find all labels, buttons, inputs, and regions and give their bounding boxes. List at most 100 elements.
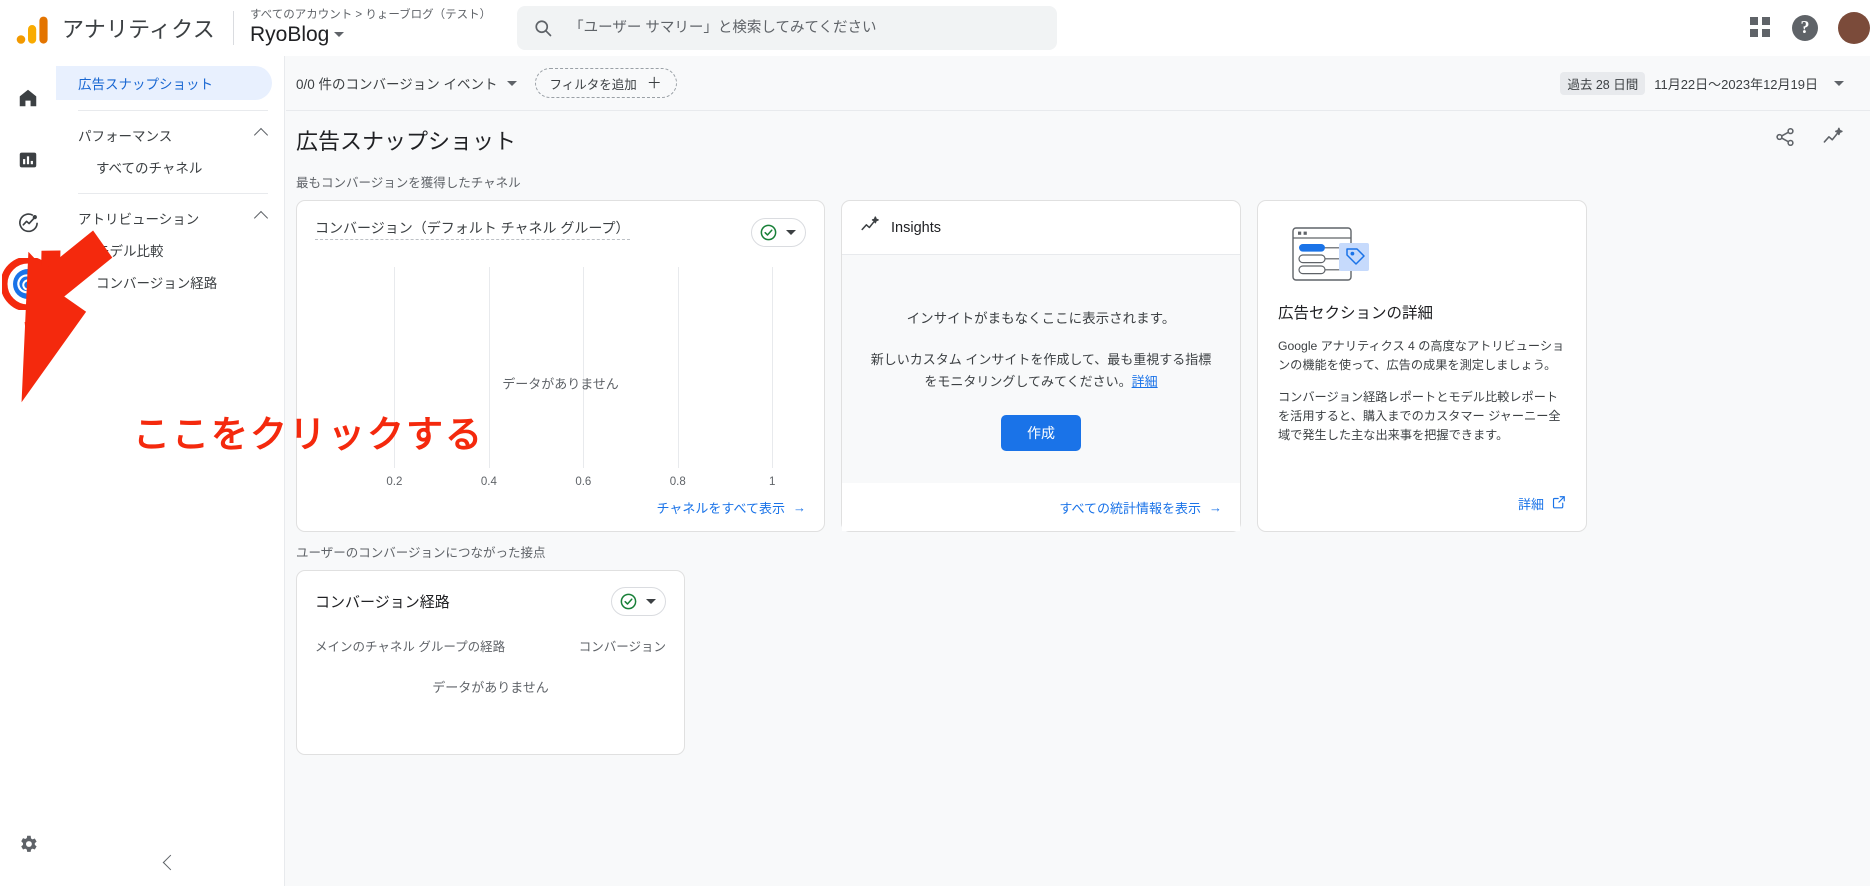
card-header: コンバージョン（デフォルト チャネル グループ）: [297, 201, 824, 247]
insights-empty-title: インサイトがまもなくここに表示されます。: [906, 311, 1176, 326]
header-actions: ?: [1750, 11, 1870, 44]
date-range-badge: 過去 28 日間: [1560, 71, 1646, 95]
apps-grid-icon[interactable]: [1750, 16, 1772, 39]
account-selector[interactable]: すべてのアカウント > りょーブログ（テスト） RyoBlog: [250, 8, 491, 48]
section-label-bottom: ユーザーのコンバージョンにつながった接点: [296, 546, 546, 560]
view-all-insights-link[interactable]: すべての統計情報を表示 →: [1059, 498, 1222, 517]
sidebar-subitem-label: コンバージョン経路: [96, 276, 218, 291]
insights-sparkle-icon[interactable]: [1822, 126, 1844, 153]
create-insight-button[interactable]: 作成: [1001, 415, 1081, 451]
explore-icon: [18, 212, 38, 232]
check-circle-icon: [620, 593, 637, 610]
rail-item-explore[interactable]: [8, 202, 48, 242]
chevron-down-icon: [786, 230, 796, 235]
search-input[interactable]: [567, 18, 1042, 37]
chart-gridline: [583, 267, 585, 468]
card-paragraph-2: コンバージョン経路レポートとモデル比較レポートを活用すると、購入までのカスタマー…: [1278, 390, 1561, 442]
card-title: Insights: [891, 219, 941, 236]
sidebar-group-performance[interactable]: パフォーマンス: [56, 119, 284, 151]
arrow-right-icon: →: [793, 500, 806, 515]
sidebar-group-attribution[interactable]: アトリビューション: [56, 202, 284, 234]
chevron-down-icon: [334, 32, 345, 37]
chevron-left-icon: [162, 854, 179, 871]
product-name: アナリティクス: [62, 16, 215, 42]
help-icon[interactable]: ?: [1792, 14, 1818, 41]
sidebar-group-label: パフォーマンス: [78, 129, 173, 144]
link-label: チャネルをすべて表示: [656, 501, 785, 516]
card-header: コンバージョン経路: [297, 571, 684, 616]
header-divider: [232, 10, 234, 45]
sidebar-divider-1: [78, 110, 268, 111]
property-name: RyoBlog: [250, 22, 491, 48]
google-analytics-logo-icon: [14, 12, 52, 44]
report-toolbar: 0/0 件のコンバージョン イベント フィルタを追加 ＋ 過去 28 日間 11…: [286, 56, 1870, 110]
link-label: 詳細: [1517, 497, 1544, 512]
add-filter-label: フィルタを追加: [549, 77, 637, 92]
chevron-up-icon: [253, 210, 269, 226]
section-label-top: 最もコンバージョンを獲得したチャネル: [296, 176, 521, 190]
chevron-down-icon: [506, 80, 517, 86]
check-circle-icon: [760, 224, 777, 241]
sidebar-subitem-label: モデル比較: [96, 244, 164, 259]
gear-icon: [21, 835, 37, 852]
sidebar-item-advertising-snapshot[interactable]: 広告スナップショット: [56, 66, 272, 100]
bar-chart-icon: [19, 152, 37, 168]
page-actions: [1774, 126, 1844, 153]
sidebar-divider-2: [78, 193, 268, 194]
card-paragraph-1: Google アナリティクス 4 の高度なアトリビューションの機能を使って、広告…: [1278, 339, 1565, 372]
card-footer: すべての統計情報を表示 →: [842, 483, 1240, 531]
share-icon[interactable]: [1774, 126, 1796, 153]
chevron-down-icon: [1834, 80, 1844, 86]
chart-gridline: [394, 267, 396, 468]
rail-item-home[interactable]: [8, 78, 48, 118]
date-range-selector[interactable]: 過去 28 日間 11月22日〜2023年12月19日: [1560, 71, 1844, 95]
card-header: Insights: [842, 201, 1240, 255]
column-header-conversions: コンバージョン: [578, 640, 666, 654]
top-cards-row: コンバージョン（デフォルト チャネル グループ） 0.2 0.4 0.6 0.8…: [286, 200, 1870, 532]
analytics-app: アナリティクス すべてのアカウント > りょーブログ（テスト） RyoBlog …: [0, 0, 1870, 886]
sidebar-subitem-label: すべてのチャネル: [96, 161, 203, 176]
sidebar-item-all-channels[interactable]: すべてのチャネル: [56, 151, 284, 183]
metric-selector[interactable]: コンバージョン（デフォルト チャネル グループ）: [315, 218, 630, 240]
avatar[interactable]: [1838, 11, 1870, 44]
sidebar-collapse-button[interactable]: [56, 854, 285, 871]
chevron-down-icon: [646, 599, 656, 604]
insights-empty-desc-text: 新しいカスタム インサイトを作成して、最も重視する指標をモニタリングしてみてくだ…: [870, 352, 1212, 389]
icon-rail: [0, 56, 56, 886]
chevron-up-icon: [253, 127, 269, 143]
learn-more-link[interactable]: 詳細: [1132, 374, 1158, 389]
x-tick-label: 0.4: [480, 476, 497, 488]
card-conversions-by-channel: コンバージョン（デフォルト チャネル グループ） 0.2 0.4 0.6 0.8…: [296, 200, 825, 532]
sidebar-item-conversion-paths[interactable]: コンバージョン経路: [56, 266, 284, 298]
arrow-right-icon: →: [1209, 499, 1222, 515]
property-name-text: RyoBlog: [249, 22, 330, 46]
link-label: すべての統計情報を表示: [1059, 500, 1201, 516]
search-bar[interactable]: [517, 5, 1058, 50]
view-all-channels-link[interactable]: チャネルをすべて表示 →: [657, 498, 806, 517]
home-icon: [19, 89, 37, 107]
ads-detail-learn-more-link[interactable]: 詳細: [1518, 494, 1566, 513]
table-header-row: メインのチャネル グループの経路 コンバージョン: [297, 616, 684, 655]
sidebar-item-model-comparison[interactable]: モデル比較: [56, 234, 284, 266]
rail-item-advertising[interactable]: [2, 258, 54, 310]
data-quality-pill[interactable]: [611, 587, 666, 616]
chart-gridline: [677, 267, 679, 468]
conversion-events-label: 0/0 件のコンバージョン イベント: [296, 77, 498, 92]
rail-item-admin[interactable]: [8, 824, 48, 864]
rail-item-reports[interactable]: [8, 140, 48, 180]
add-filter-button[interactable]: フィルタを追加 ＋: [534, 68, 677, 98]
x-tick-label: 0.2: [386, 476, 403, 488]
page-title: 広告スナップショット: [296, 128, 517, 154]
conversion-events-selector[interactable]: 0/0 件のコンバージョン イベント: [296, 73, 517, 93]
column-header-path: メインのチャネル グループの経路: [315, 640, 506, 654]
card-footer: チャネルをすべて表示 →: [297, 498, 824, 531]
main-content: 0/0 件のコンバージョン イベント フィルタを追加 ＋ 過去 28 日間 11…: [286, 56, 1870, 886]
data-quality-pill[interactable]: [751, 218, 806, 247]
sidebar: 広告スナップショット パフォーマンス すべてのチャネル アトリビューション モデ…: [56, 56, 285, 886]
x-tick-label: 0.8: [669, 476, 686, 488]
external-link-icon: [1552, 495, 1566, 512]
x-tick-label: 0.6: [575, 476, 592, 488]
x-tick-label: 1: [769, 476, 776, 488]
app-header: アナリティクス すべてのアカウント > りょーブログ（テスト） RyoBlog …: [0, 0, 1870, 56]
sidebar-group-label: アトリビューション: [78, 212, 200, 227]
